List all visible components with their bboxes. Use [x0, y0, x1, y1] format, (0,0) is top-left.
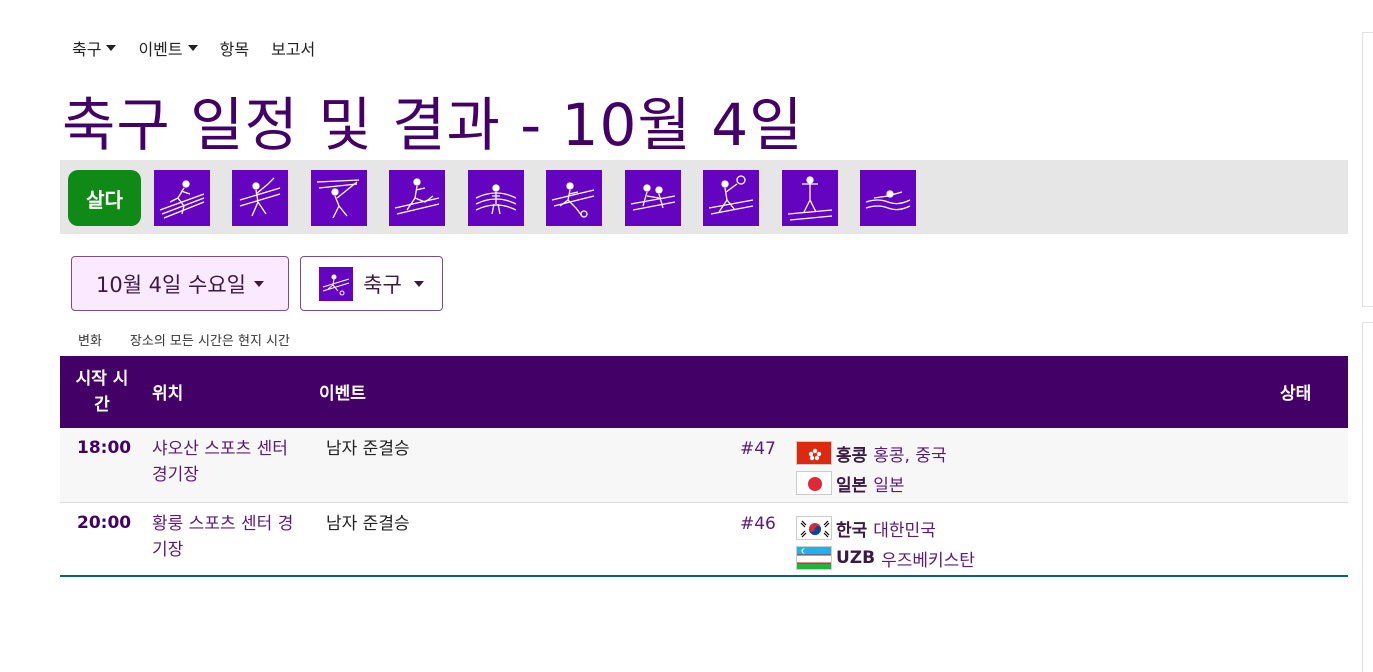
header-time: 시작 시간: [75, 369, 129, 415]
start-time: 18:00: [77, 438, 132, 458]
nav-item-football[interactable]: 축구: [72, 36, 117, 60]
football-icon: [319, 266, 354, 301]
nav-item-reports[interactable]: 보고서: [271, 36, 315, 60]
taekwondo-icon[interactable]: [389, 170, 445, 226]
japan-flag-icon: [796, 471, 832, 495]
team-name: 홍콩, 중국: [873, 445, 947, 466]
date-dropdown-label: 10월 4일 수요일: [95, 272, 247, 297]
table-header: 시작 시간 위치 이벤트 상태: [60, 356, 1348, 428]
nav-item-entries[interactable]: 항목: [220, 36, 249, 60]
nav-item-label: 항목: [219, 40, 250, 59]
football-icon[interactable]: [546, 170, 602, 226]
table-row[interactable]: 18:00 샤오산 스포츠 센터 경기장 남자 준결승 #47 홍콩 홍콩, 중…: [60, 428, 1348, 503]
header-venue: 위치: [152, 384, 184, 404]
team-entry[interactable]: 일본 일본: [796, 468, 947, 498]
live-button[interactable]: 살다: [68, 170, 141, 226]
header-event: 이벤트: [319, 384, 366, 404]
nav-item-events[interactable]: 이벤트: [138, 36, 198, 60]
nav-item-label: 이벤트: [138, 40, 183, 59]
table-row[interactable]: 20:00 황룽 스포츠 센터 경기장 남자 준결승 #46 한국 대한민국 U…: [60, 503, 1348, 577]
team-name: 대한민국: [873, 520, 936, 541]
info-row: 변화 장소의 모든 시간은 현지 시간: [78, 330, 290, 349]
caret-down-icon: [254, 280, 265, 287]
team-code: 홍콩: [836, 445, 868, 466]
team-code: 한국: [836, 520, 868, 541]
sport-dropdown-label: 축구: [363, 272, 402, 297]
match-number[interactable]: #47: [740, 436, 776, 462]
wrestling-icon[interactable]: [625, 170, 681, 226]
caret-down-icon: [106, 45, 117, 51]
start-time: 20:00: [77, 513, 132, 533]
team-code: 일본: [836, 475, 868, 496]
hong-kong-flag-icon: [796, 441, 832, 465]
change-link[interactable]: 변화: [78, 330, 102, 349]
diving-icon[interactable]: [782, 170, 838, 226]
badminton-icon[interactable]: [232, 170, 288, 226]
team-entry[interactable]: 한국 대한민국: [796, 513, 975, 543]
date-dropdown[interactable]: 10월 4일 수요일: [71, 256, 289, 311]
top-navigation: 축구 이벤트 항목 보고서: [72, 36, 315, 60]
team-name: 우즈베키스탄: [881, 550, 975, 571]
team-entry[interactable]: UZB 우즈베키스탄: [796, 543, 975, 573]
page-title: 축구 일정 및 결과 - 10월 4일: [62, 91, 804, 159]
nav-item-label: 보고서: [271, 40, 316, 59]
schedule-table: 시작 시간 위치 이벤트 상태 18:00 샤오산 스포츠 센터 경기장 남자 …: [60, 356, 1348, 577]
fencing-icon[interactable]: [311, 170, 367, 226]
timezone-note: 장소의 모든 시간은 현지 시간: [129, 334, 290, 349]
team-code: UZB: [836, 548, 876, 568]
swimming-icon[interactable]: [860, 170, 916, 226]
team-entry[interactable]: 홍콩 홍콩, 중국: [796, 438, 947, 468]
venue-link[interactable]: 샤오산 스포츠 센터 경기장: [152, 436, 302, 488]
weightlifting-icon[interactable]: [468, 170, 524, 226]
table-tennis-icon[interactable]: [703, 170, 759, 226]
side-panel-bottom: [1362, 322, 1373, 672]
teams: 한국 대한민국 UZB 우즈베키스탄: [796, 513, 975, 573]
event-name: 남자 준결승: [326, 514, 410, 534]
caret-down-icon: [187, 45, 198, 51]
header-status: 상태: [1280, 384, 1312, 404]
sport-bar: 살다: [60, 160, 1348, 234]
uzbekistan-flag-icon: [796, 546, 832, 570]
korea-flag-icon: [796, 516, 832, 540]
sport-dropdown[interactable]: 축구: [300, 256, 443, 311]
team-name: 일본: [873, 475, 905, 496]
teams: 홍콩 홍콩, 중국 일본 일본: [796, 438, 947, 498]
nav-item-label: 축구: [72, 40, 102, 59]
athletics-icon[interactable]: [154, 170, 210, 226]
caret-down-icon: [413, 280, 424, 287]
side-panel-top: [1362, 32, 1373, 307]
venue-link[interactable]: 황룽 스포츠 센터 경기장: [152, 511, 302, 563]
event-name: 남자 준결승: [326, 439, 410, 459]
match-number[interactable]: #46: [740, 511, 776, 537]
